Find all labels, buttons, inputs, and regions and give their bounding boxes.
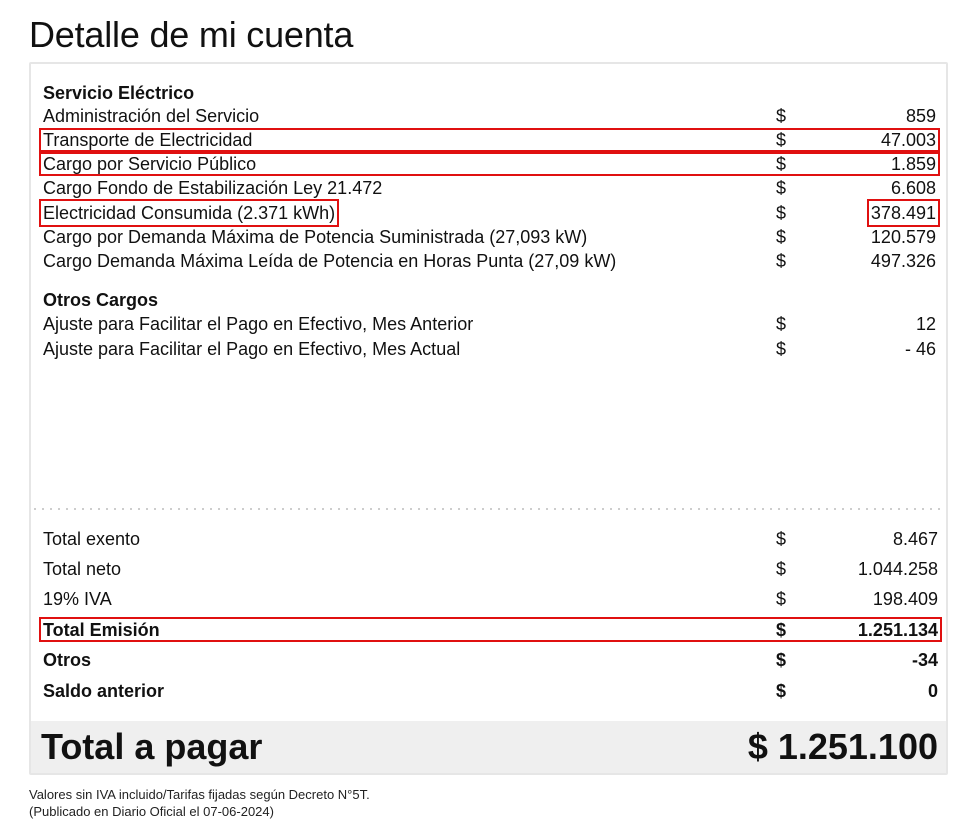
charge-amount: 859 bbox=[905, 106, 936, 126]
footnote-line: Valores sin IVA incluido/Tarifas fijadas… bbox=[29, 787, 370, 802]
currency-symbol: $ bbox=[776, 227, 787, 247]
total-label: 19% IVA bbox=[43, 589, 112, 609]
footnote: Valores sin IVA incluido/Tarifas fijadas… bbox=[29, 786, 370, 820]
charge-amount: 12 bbox=[915, 314, 936, 334]
dotted-divider bbox=[31, 508, 946, 510]
currency-symbol: $ bbox=[776, 203, 787, 223]
charge-row: Ajuste para Facilitar el Pago en Efectiv… bbox=[43, 337, 936, 361]
charge-row: Administración del Servicio $ 859 bbox=[43, 104, 936, 128]
currency-symbol: $ bbox=[776, 314, 787, 334]
currency-symbol: $ bbox=[776, 339, 787, 359]
total-row: Total neto $ 1.044.258 bbox=[43, 555, 938, 583]
total-label: Otros bbox=[43, 650, 92, 670]
highlight-box bbox=[39, 152, 940, 176]
charge-label: Electricidad Consumida (2.371 kWh) bbox=[38, 199, 340, 227]
charge-amount: 497.326 bbox=[870, 251, 936, 271]
footnote-line: (Publicado en Diario Oficial el 07-06-20… bbox=[29, 804, 274, 819]
total-row: Saldo anterior $ 0 bbox=[43, 677, 938, 705]
charge-row: Ajuste para Facilitar el Pago en Efectiv… bbox=[43, 312, 936, 336]
charge-row: Cargo por Demanda Máxima de Potencia Sum… bbox=[43, 225, 936, 249]
total-row: Otros $ -34 bbox=[43, 646, 938, 674]
charge-label: Ajuste para Facilitar el Pago en Efectiv… bbox=[43, 339, 461, 359]
total-to-pay-bar: Total a pagar $ 1.251.100 bbox=[31, 721, 946, 773]
charge-label: Ajuste para Facilitar el Pago en Efectiv… bbox=[43, 314, 474, 334]
total-to-pay-label: Total a pagar bbox=[41, 726, 263, 767]
currency-symbol: $ bbox=[776, 178, 787, 198]
charge-label: Cargo por Demanda Máxima de Potencia Sum… bbox=[43, 227, 588, 247]
charge-amount: - 46 bbox=[904, 339, 936, 359]
charge-amount: 120.579 bbox=[870, 227, 936, 247]
account-detail-card: Servicio Eléctrico Administración del Se… bbox=[29, 62, 948, 775]
total-label: Saldo anterior bbox=[43, 681, 165, 701]
section-heading-servicio-electrico: Servicio Eléctrico bbox=[43, 83, 195, 103]
charge-label: Administración del Servicio bbox=[43, 106, 260, 126]
charge-row: Cargo Demanda Máxima Leída de Potencia e… bbox=[43, 249, 936, 273]
charge-amount: 378.491 bbox=[866, 199, 941, 227]
section-heading-otros-cargos: Otros Cargos bbox=[43, 290, 159, 310]
currency-symbol: $ bbox=[776, 650, 787, 670]
currency-symbol: $ bbox=[776, 251, 787, 271]
total-amount: 8.467 bbox=[892, 529, 938, 549]
total-row: Total exento $ 8.467 bbox=[43, 525, 938, 553]
highlight-box bbox=[39, 617, 942, 642]
charge-amount: 6.608 bbox=[890, 178, 936, 198]
total-amount: -34 bbox=[911, 650, 938, 670]
total-to-pay-amount: $ 1.251.100 bbox=[747, 726, 938, 767]
total-label: Total neto bbox=[43, 559, 122, 579]
currency-symbol: $ bbox=[776, 681, 787, 701]
charge-row: Electricidad Consumida (2.371 kWh) $ 378… bbox=[38, 199, 941, 227]
total-amount: 0 bbox=[927, 681, 938, 701]
currency-symbol: $ bbox=[776, 559, 787, 579]
currency-symbol: $ bbox=[776, 589, 787, 609]
charge-row: Cargo Fondo de Estabilización Ley 21.472… bbox=[43, 176, 936, 200]
highlight-box bbox=[39, 128, 940, 152]
total-label: Total exento bbox=[43, 529, 141, 549]
total-amount: 198.409 bbox=[872, 589, 938, 609]
page-title: Detalle de mi cuenta bbox=[29, 14, 354, 55]
charge-label: Cargo Demanda Máxima Leída de Potencia e… bbox=[43, 251, 617, 271]
currency-symbol: $ bbox=[776, 106, 787, 126]
total-amount: 1.044.258 bbox=[857, 559, 938, 579]
charge-label: Cargo Fondo de Estabilización Ley 21.472 bbox=[43, 178, 383, 198]
currency-symbol: $ bbox=[776, 529, 787, 549]
total-row: 19% IVA $ 198.409 bbox=[43, 585, 938, 613]
